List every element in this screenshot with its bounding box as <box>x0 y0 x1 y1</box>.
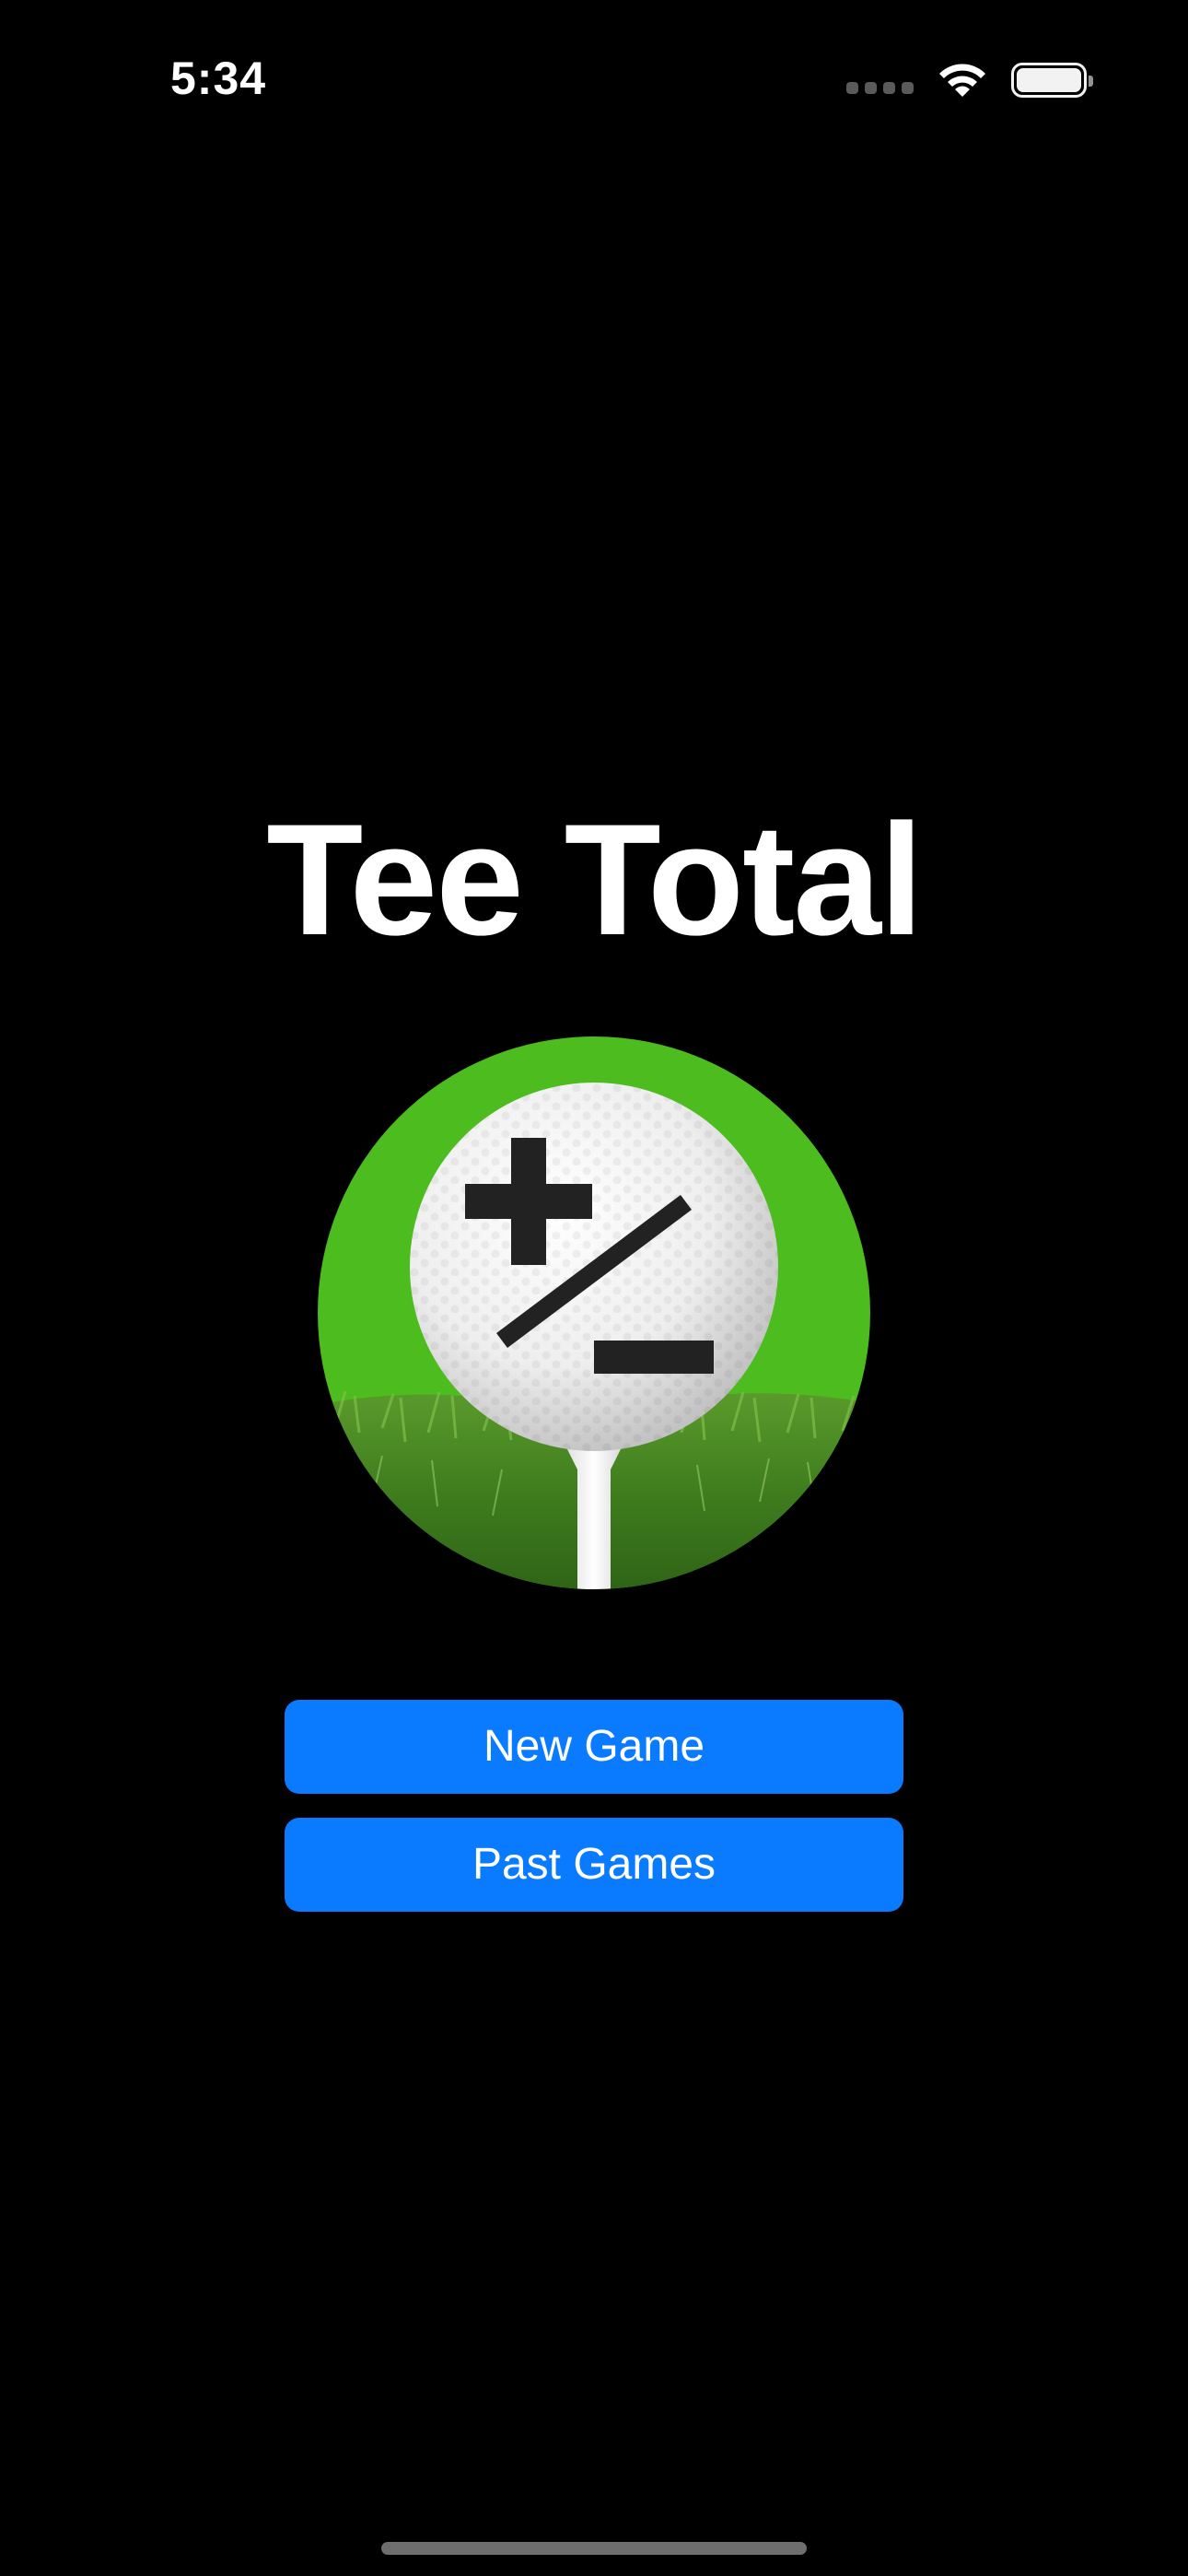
past-games-button[interactable]: Past Games <box>285 1818 903 1912</box>
wifi-icon <box>939 64 985 97</box>
battery-icon <box>1011 63 1093 98</box>
status-icons <box>846 57 1093 103</box>
home-indicator[interactable] <box>381 2542 807 2555</box>
status-bar: 5:34 <box>0 0 1188 157</box>
app-title: Tee Total <box>266 791 924 968</box>
status-time: 5:34 <box>170 53 267 104</box>
new-game-button[interactable]: New Game <box>285 1700 903 1794</box>
cellular-signal-icon <box>846 67 914 94</box>
golf-ball-plus-minus-logo <box>318 1036 870 1589</box>
